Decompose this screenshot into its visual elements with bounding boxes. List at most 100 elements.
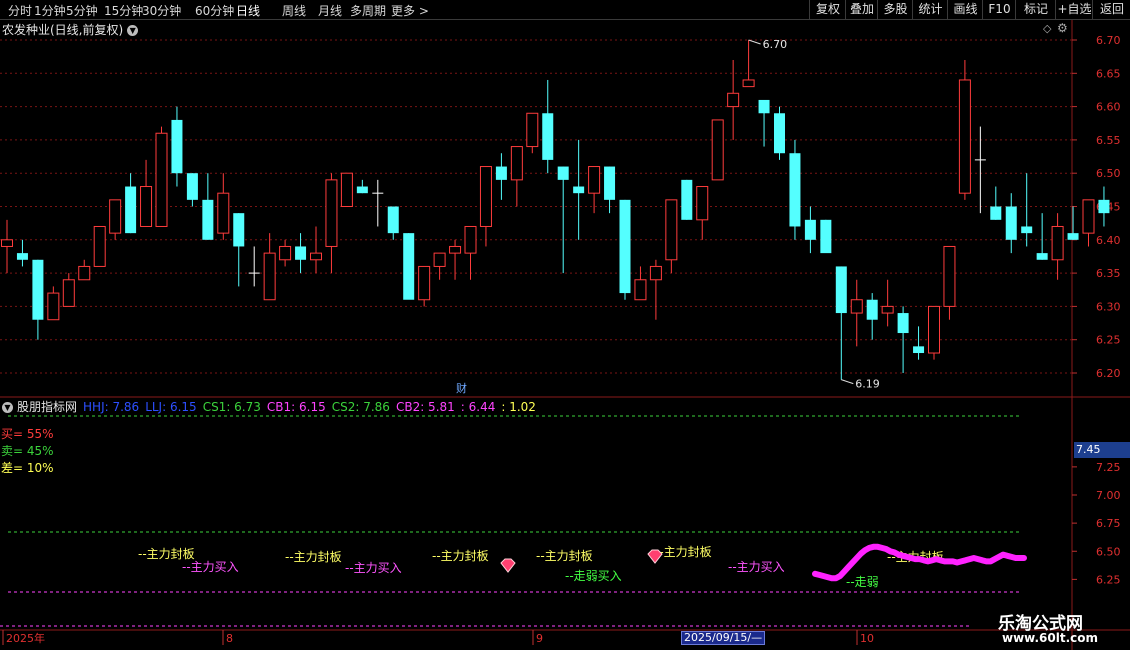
candle-body — [1021, 226, 1033, 234]
candle-body — [758, 99, 770, 114]
signal-label: --主力封板 — [432, 549, 489, 563]
watermark-url: www.60lt.com — [1002, 631, 1099, 645]
candle-body — [557, 166, 569, 180]
signal-label: --走弱买入 — [565, 569, 622, 583]
candle-body — [155, 132, 168, 227]
signal-label: --主力封板 — [285, 550, 342, 564]
time-axis-label: 9 — [536, 632, 543, 645]
signal-label: --主力买入 — [728, 560, 785, 574]
candle-body — [356, 186, 368, 194]
candle-body — [804, 219, 816, 240]
indicator-value-5: CB2: 5.81 — [395, 400, 455, 414]
cursor-date: 2025/09/15/— — [681, 631, 766, 645]
time-axis-label: 2025年 — [6, 631, 45, 645]
candle-body — [295, 246, 307, 260]
candle-body — [526, 112, 539, 148]
price-tick-label: 6.35 — [1096, 267, 1121, 280]
time-axis-label: 8 — [226, 632, 233, 645]
candle-body — [16, 253, 28, 260]
candle-body — [820, 219, 832, 254]
price-tick-label: 6.40 — [1096, 234, 1121, 247]
diff-percent: 差= 10% — [1, 461, 54, 475]
sell-percent: 卖= 45% — [1, 444, 54, 458]
candle-body — [403, 233, 415, 300]
signal-label: --主力买入 — [345, 561, 402, 575]
low-marker-line — [841, 379, 854, 385]
indicator-tick-label: 7.00 — [1096, 489, 1121, 502]
candle-body — [866, 299, 878, 320]
candle-body — [958, 79, 971, 194]
candle-body — [1, 239, 13, 247]
finance-marker: 财 — [456, 381, 467, 395]
chevron-down-icon[interactable]: ▼ — [127, 25, 139, 36]
candle-body — [263, 252, 276, 301]
high-marker-label: 6.70 — [763, 38, 788, 51]
candle-body — [125, 186, 137, 234]
indicator-value-6: : 6.44 — [460, 400, 496, 414]
indicator-tick-label: 7.25 — [1096, 461, 1121, 474]
price-tick-label: 6.25 — [1096, 334, 1121, 347]
price-tick-label: 6.65 — [1096, 67, 1121, 80]
indicator-value-4: CS2: 7.86 — [331, 400, 390, 414]
candle-body — [186, 173, 198, 200]
candle-body — [913, 346, 925, 354]
candle-body — [897, 313, 909, 334]
candle-body — [233, 213, 245, 247]
signal-label: --走弱 — [846, 575, 879, 589]
candle-body — [449, 245, 462, 254]
gem-icon — [647, 549, 663, 564]
candle-body — [510, 146, 523, 181]
kline-chart: 6.706.656.606.556.506.456.406.356.306.25… — [0, 20, 1130, 650]
indicator-value-7: : 1.02 — [501, 400, 536, 414]
candle-body — [604, 166, 616, 200]
gem-icon — [500, 558, 516, 573]
time-axis-label: 10 — [860, 632, 874, 645]
indicator-tick-label: 6.50 — [1096, 545, 1121, 558]
candle-body — [109, 199, 122, 234]
indicator-value-1: LLJ: 6.15 — [145, 400, 197, 414]
candle-body — [696, 186, 709, 221]
candle-body — [649, 265, 662, 281]
candle-body — [881, 305, 894, 314]
candle-body — [742, 79, 755, 88]
signal-label: --主力买入 — [182, 560, 239, 574]
candle-body — [433, 252, 446, 267]
candle-body — [140, 186, 153, 227]
candle-body — [1036, 253, 1048, 260]
candle-body — [93, 225, 106, 267]
gear-icon[interactable]: ⚙ — [1057, 21, 1068, 35]
price-tick-label: 6.70 — [1096, 34, 1121, 47]
candle-body — [774, 113, 785, 154]
candle-body — [1098, 199, 1110, 214]
candle-body — [573, 186, 585, 194]
candle-body — [279, 245, 292, 261]
price-tick-label: 6.20 — [1096, 367, 1121, 380]
candle-body — [634, 279, 647, 301]
candle-body — [850, 299, 863, 314]
price-tick-label: 6.60 — [1096, 101, 1121, 114]
candle-body — [418, 265, 431, 301]
candle-body — [47, 292, 60, 321]
candle-body — [835, 266, 847, 314]
diamond-icon[interactable]: ◇ — [1043, 22, 1051, 35]
candle-body — [387, 206, 399, 234]
candle-body — [990, 206, 1002, 220]
candle-body — [310, 252, 322, 261]
candle-body — [217, 192, 230, 234]
candle-body — [619, 199, 631, 294]
chevron-down-icon[interactable]: ▼ — [2, 402, 13, 413]
candle-body — [171, 119, 183, 174]
indicator-value-0: HHJ: 7.86 — [83, 400, 140, 414]
candle-body — [202, 199, 214, 240]
indicator-values: HHJ: 7.86 LLJ: 6.15 CS1: 6.73 CB1: 6.15 CS2:… — [77, 400, 536, 414]
signal-label: --主力封板 — [655, 545, 712, 559]
candle-body — [32, 259, 44, 320]
price-tick-label: 6.30 — [1096, 300, 1121, 313]
candle-body — [340, 172, 353, 207]
candle-body — [78, 265, 91, 281]
indicator-name[interactable]: 股朋指标网 — [17, 400, 77, 414]
candle-body — [62, 279, 75, 307]
signal-label: --主力封板 — [536, 549, 593, 563]
candle-body — [325, 179, 338, 247]
stock-title[interactable]: 农发种业(日线,前复权) ▼ — [2, 21, 139, 38]
